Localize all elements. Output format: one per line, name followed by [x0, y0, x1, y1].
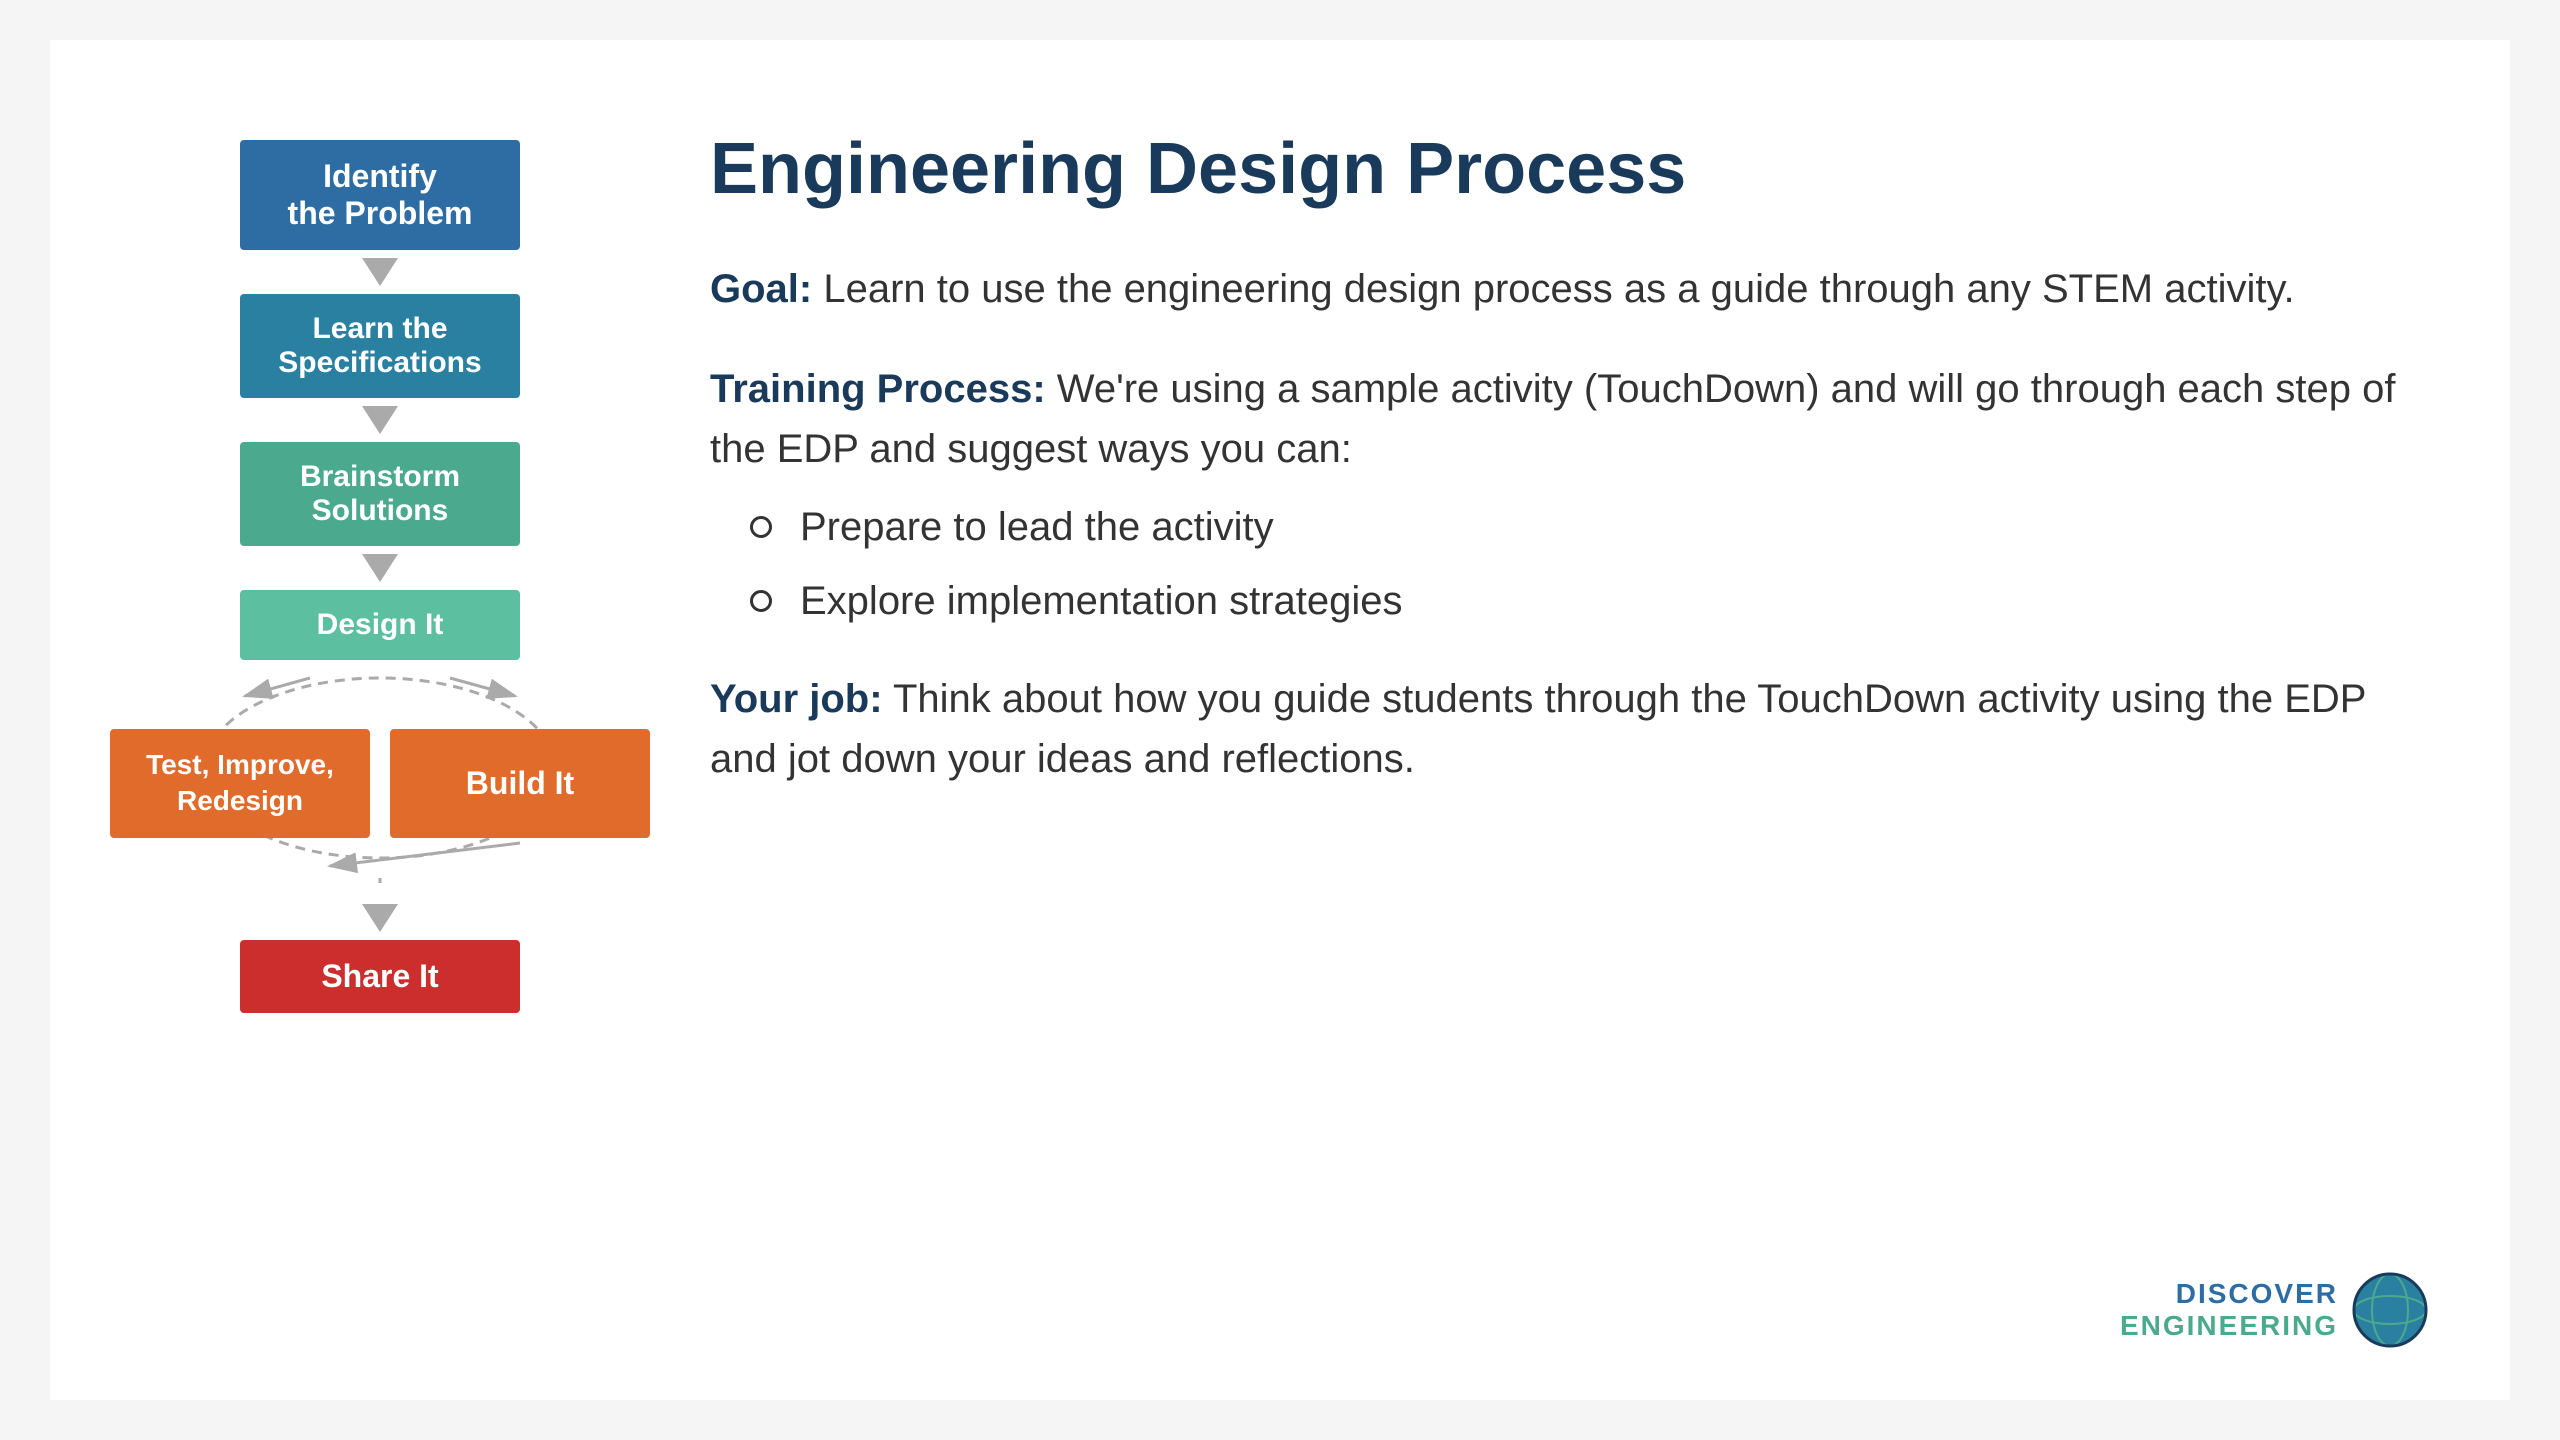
arrow-loop-bottom: [362, 904, 398, 932]
step-learn: Learn the Specifications: [240, 294, 520, 398]
arrow-3: [362, 554, 398, 582]
bullet-text-1: Prepare to lead the activity: [800, 499, 1274, 555]
slide: Identify the Problem Learn the Specifica…: [50, 40, 2510, 1400]
logo-engineering: ENGINEERING: [2120, 1310, 2338, 1342]
loop-section: Test, Improve, Redesign Build It: [130, 668, 630, 888]
goal-paragraph: Goal: Learn to use the engineering desig…: [710, 259, 2410, 319]
goal-text: Learn to use the engineering design proc…: [812, 267, 2294, 311]
goal-label: Goal:: [710, 267, 812, 311]
step-design: Design It: [240, 590, 520, 660]
logo-globe-icon: [2350, 1270, 2430, 1350]
bullet-text-2: Explore implementation strategies: [800, 573, 1403, 629]
bullet-circle-2: [750, 590, 772, 612]
step-design-label: Design It: [317, 608, 444, 642]
step-build-label: Build It: [466, 765, 574, 802]
logo-text-block: DISCOVER ENGINEERING: [2120, 1278, 2338, 1342]
bullet-item-1: Prepare to lead the activity: [750, 499, 2410, 555]
training-section: Training Process: We're using a sample a…: [710, 359, 2410, 629]
step-test-label: Test, Improve, Redesign: [146, 747, 334, 820]
step-share-label: Share It: [321, 958, 438, 995]
goal-section: Goal: Learn to use the engineering desig…: [710, 259, 2410, 319]
step-brainstorm: Brainstorm Solutions: [240, 442, 520, 546]
step-brainstorm-label: Brainstorm Solutions: [300, 460, 460, 528]
yourjob-paragraph: Your job: Think about how you guide stud…: [710, 669, 2410, 789]
step-identify-label: Identify the Problem: [288, 158, 473, 232]
step-test: Test, Improve, Redesign: [110, 729, 370, 838]
yourjob-section: Your job: Think about how you guide stud…: [710, 669, 2410, 789]
page-title: Engineering Design Process: [710, 130, 2410, 209]
logo-discover: DISCOVER: [2120, 1278, 2338, 1310]
bullet-item-2: Explore implementation strategies: [750, 573, 2410, 629]
arrow-1: [362, 258, 398, 286]
bullet-list: Prepare to lead the activity Explore imp…: [710, 499, 2410, 629]
yourjob-text: Think about how you guide students throu…: [710, 677, 2366, 781]
content-area: Engineering Design Process Goal: Learn t…: [630, 120, 2410, 829]
step-identify: Identify the Problem: [240, 140, 520, 250]
bullet-circle-1: [750, 516, 772, 538]
training-paragraph: Training Process: We're using a sample a…: [710, 359, 2410, 479]
flowchart: Identify the Problem Learn the Specifica…: [130, 120, 630, 1013]
logo-area: DISCOVER ENGINEERING: [2120, 1270, 2430, 1350]
loop-boxes: Test, Improve, Redesign Build It: [110, 729, 650, 838]
step-build: Build It: [390, 729, 650, 838]
yourjob-label: Your job:: [710, 677, 883, 721]
step-learn-label: Learn the Specifications: [278, 312, 481, 380]
arrow-2: [362, 406, 398, 434]
step-share: Share It: [240, 940, 520, 1013]
training-label: Training Process:: [710, 367, 1046, 411]
